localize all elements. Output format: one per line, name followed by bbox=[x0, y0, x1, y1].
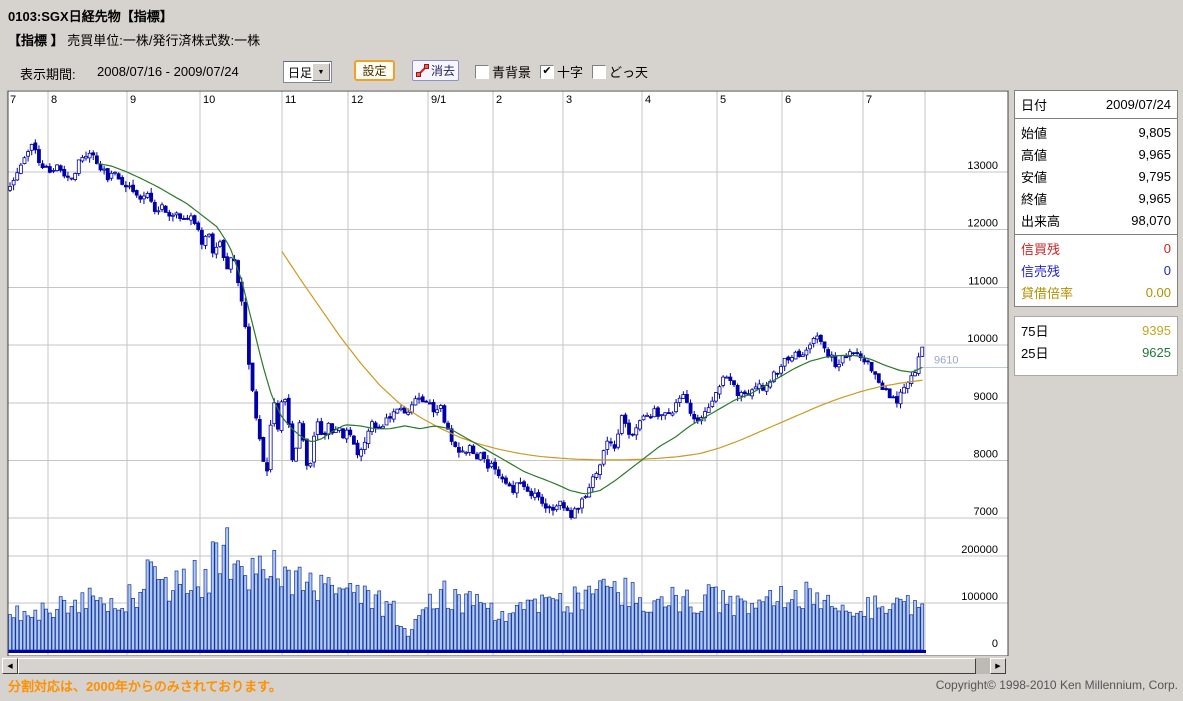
open-row: 始値 9,805 bbox=[1015, 121, 1177, 143]
svg-text:8: 8 bbox=[51, 94, 57, 106]
date-section: 日付 2009/07/24 bbox=[1015, 91, 1177, 118]
interval-select[interactable]: 日足 ▼ bbox=[283, 61, 332, 83]
svg-text:9610: 9610 bbox=[934, 355, 958, 367]
period-label: 表示期間: bbox=[20, 67, 76, 82]
svg-text:9000: 9000 bbox=[974, 391, 998, 403]
svg-text:11: 11 bbox=[285, 94, 296, 106]
high-value: 9,965 bbox=[1138, 147, 1171, 162]
page-title: 0103:SGX日経先物【指標】 bbox=[8, 9, 173, 24]
svg-text:13000: 13000 bbox=[967, 160, 998, 172]
svg-text:12000: 12000 bbox=[967, 218, 998, 230]
svg-text:3: 3 bbox=[566, 94, 572, 106]
ma75-value: 9395 bbox=[1142, 323, 1171, 338]
scrollbar-track[interactable] bbox=[976, 658, 990, 674]
svg-text:9: 9 bbox=[130, 94, 136, 106]
svg-text:2: 2 bbox=[496, 94, 502, 106]
copyright-text: Copyright© 1998-2010 Ken Millennium, Cor… bbox=[935, 678, 1178, 692]
margin-buy-row: 信買残 0 bbox=[1015, 237, 1177, 259]
ma25-value: 9625 bbox=[1142, 345, 1171, 360]
high-label: 高値 bbox=[1021, 148, 1048, 163]
scroll-right-button[interactable]: ▶ bbox=[990, 658, 1006, 674]
low-label: 安値 bbox=[1021, 170, 1048, 185]
date-value: 2009/07/24 bbox=[1105, 97, 1171, 112]
chart-horizontal-scrollbar[interactable]: ◀ ▶ bbox=[2, 658, 1006, 674]
open-label: 始値 bbox=[1021, 126, 1048, 141]
settings-button[interactable]: 設定 bbox=[354, 60, 395, 81]
svg-text:7: 7 bbox=[10, 94, 16, 106]
interval-selected-value: 日足 bbox=[288, 65, 313, 80]
erase-button-label: 消去 bbox=[430, 64, 455, 78]
split-adjustment-note: 分割対応は、2000年からのみされております。 bbox=[8, 679, 282, 694]
svg-text:0: 0 bbox=[992, 638, 998, 650]
margin-sell-row: 信売残 0 bbox=[1015, 259, 1177, 281]
margin-section: 信買残 0 信売残 0 貸借倍率 0.00 bbox=[1015, 234, 1177, 306]
svg-text:7000: 7000 bbox=[974, 506, 998, 518]
checkbox-crosshair-label: 十字 bbox=[557, 65, 584, 80]
check-icon: ✔ bbox=[542, 65, 552, 77]
scrollbar-thumb[interactable] bbox=[18, 658, 976, 674]
trendline-erase-icon bbox=[415, 64, 429, 77]
margin-ratio-value: 0.00 bbox=[1145, 285, 1171, 300]
close-row: 終値 9,965 bbox=[1015, 187, 1177, 209]
close-value: 9,965 bbox=[1138, 191, 1171, 206]
scroll-left-icon: ◀ bbox=[7, 663, 13, 670]
price-volume-chart[interactable]: 7 8 9 10 11 12 9/1 2 3 4 5 6 7 13000 12000 11000 10000 90… bbox=[0, 90, 1010, 656]
chart-options: 青背景 ✔ 十字 どっ天 bbox=[475, 62, 657, 81]
margin-sell-label: 信売残 bbox=[1021, 264, 1061, 279]
volume-row: 出来高 98,070 bbox=[1015, 209, 1177, 231]
low-row: 安値 9,795 bbox=[1015, 165, 1177, 187]
svg-text:100000: 100000 bbox=[961, 591, 998, 603]
margin-ratio-label: 貸借倍率 bbox=[1021, 286, 1074, 301]
checkbox-dotten[interactable] bbox=[592, 64, 607, 79]
trading-unit-text: 売買単位:一株/発行済株式数:一株 bbox=[67, 33, 261, 48]
quote-panel: 日付 2009/07/24 始値 9,805 高値 9,965 安値 9,795… bbox=[1014, 90, 1178, 376]
svg-text:5: 5 bbox=[720, 94, 726, 106]
chart-toolbar: 表示期間: 2008/07/16 - 2009/07/24 日足 ▼ 設定 消去… bbox=[0, 58, 1010, 84]
indicator-tag: 【指標 】 bbox=[8, 33, 64, 48]
erase-button[interactable]: 消去 bbox=[412, 60, 459, 81]
checkbox-blue-background-label: 青背景 bbox=[492, 65, 532, 80]
svg-text:10: 10 bbox=[203, 94, 215, 106]
ma-box: 75日 9395 25日 9625 bbox=[1014, 316, 1178, 376]
svg-text:7: 7 bbox=[866, 94, 872, 106]
ma25-row: 25日 9625 bbox=[1015, 341, 1177, 363]
svg-text:9/1: 9/1 bbox=[431, 94, 446, 106]
svg-text:6: 6 bbox=[785, 94, 791, 106]
checkbox-crosshair[interactable]: ✔ bbox=[540, 64, 555, 79]
margin-ratio-row: 貸借倍率 0.00 bbox=[1015, 281, 1177, 303]
open-value: 9,805 bbox=[1138, 125, 1171, 140]
margin-buy-label: 信買残 bbox=[1021, 242, 1061, 257]
checkbox-dotten-label: どっ天 bbox=[609, 65, 649, 80]
scroll-right-icon: ▶ bbox=[995, 663, 1001, 670]
settings-button-label: 設定 bbox=[362, 64, 387, 78]
svg-text:8000: 8000 bbox=[974, 449, 998, 461]
high-row: 高値 9,965 bbox=[1015, 143, 1177, 165]
ma25-label: 25日 bbox=[1021, 346, 1049, 361]
volume-label: 出来高 bbox=[1021, 214, 1061, 229]
instrument-info: 【指標 】 売買単位:一株/発行済株式数:一株 bbox=[8, 30, 260, 49]
svg-text:12: 12 bbox=[351, 94, 363, 106]
dropdown-arrow-icon[interactable]: ▼ bbox=[312, 63, 330, 81]
ohlcv-section: 始値 9,805 高値 9,965 安値 9,795 終値 9,965 出来高 … bbox=[1015, 118, 1177, 234]
svg-text:200000: 200000 bbox=[961, 544, 998, 556]
volume-value: 98,070 bbox=[1131, 213, 1171, 228]
period-value: 2008/07/16 - 2009/07/24 bbox=[97, 64, 239, 79]
scroll-left-button[interactable]: ◀ bbox=[2, 658, 18, 674]
date-label: 日付 bbox=[1021, 98, 1048, 113]
low-value: 9,795 bbox=[1138, 169, 1171, 184]
svg-text:10000: 10000 bbox=[967, 333, 998, 345]
date-row: 日付 2009/07/24 bbox=[1015, 93, 1177, 115]
margin-buy-value: 0 bbox=[1163, 241, 1171, 256]
chart-canvas[interactable]: 7 8 9 10 11 12 9/1 2 3 4 5 6 7 13000 12000 11000 10000 90… bbox=[0, 90, 1010, 656]
close-label: 終値 bbox=[1021, 192, 1048, 207]
svg-text:11000: 11000 bbox=[968, 275, 998, 287]
ma75-label: 75日 bbox=[1021, 324, 1049, 339]
svg-text:4: 4 bbox=[645, 94, 651, 106]
ma-section: 75日 9395 25日 9625 bbox=[1015, 317, 1177, 366]
margin-sell-value: 0 bbox=[1163, 263, 1171, 278]
quote-box: 日付 2009/07/24 始値 9,805 高値 9,965 安値 9,795… bbox=[1014, 90, 1178, 307]
ma75-row: 75日 9395 bbox=[1015, 319, 1177, 341]
checkbox-blue-background[interactable] bbox=[475, 64, 489, 79]
